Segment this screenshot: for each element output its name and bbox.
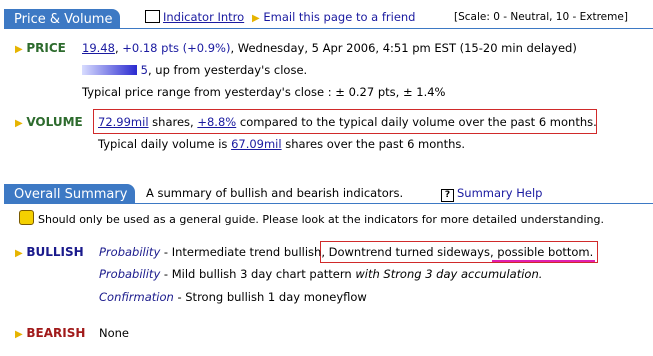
price-row: ▶ PRICE <box>15 41 66 55</box>
bullish-line-3: Confirmation - Strong bullish 1 day mone… <box>99 290 367 304</box>
arrow-icon: ▶ <box>15 44 23 55</box>
email-link[interactable]: ▶ Email this page to a friend <box>252 10 415 24</box>
price-line: 19.48, +0.18 pts (+0.9%), Wednesday, 5 A… <box>82 41 577 55</box>
volume-shares[interactable]: 72.99mil <box>98 115 149 129</box>
price-bar-row: 5, up from yesterday's close. <box>82 63 307 77</box>
section-divider <box>4 203 653 204</box>
price-value[interactable]: 19.48 <box>82 41 115 55</box>
tab-overall-summary[interactable]: Overall Summary <box>4 184 136 204</box>
price-date: , Wednesday, 5 Apr 2006, 4:51 pm EST (15… <box>230 41 577 55</box>
possible-bottom-underline <box>492 260 595 262</box>
confirmation-link[interactable]: Confirmation <box>99 290 174 304</box>
volume-row: ▶ VOLUME <box>15 115 83 129</box>
probability-link[interactable]: Probability <box>99 267 160 281</box>
bearish-row: ▶ BEARISH <box>15 326 85 340</box>
arrow-icon: ▶ <box>15 329 23 340</box>
overall-desc: A summary of bullish and bearish indicat… <box>146 186 404 200</box>
volume-typical: Typical daily volume is 67.09mil shares … <box>98 137 466 151</box>
document-icon <box>145 10 160 23</box>
price-score: 5 <box>140 63 148 77</box>
scale-label: [Scale: 0 - Neutral, 10 - Extreme] <box>454 11 628 23</box>
help-icon: ? <box>441 189 454 202</box>
price-label: PRICE <box>26 41 66 55</box>
indicator-intro-link[interactable]: Indicator Intro <box>145 10 244 24</box>
summary-help-link[interactable]: ? Summary Help <box>441 186 542 202</box>
bullish-box-text: Downtrend turned sideways, possible bott… <box>328 245 594 259</box>
typical-volume-value[interactable]: 67.09mil <box>231 137 282 151</box>
probability-link[interactable]: Probability <box>99 245 160 259</box>
bullish-line-1: Probability - Intermediate trend bullish… <box>99 245 594 259</box>
arrow-icon: ▶ <box>15 118 23 129</box>
guide-note: Should only be used as a general guide. … <box>19 210 604 226</box>
bullish-row: ▶ BULLISH <box>15 245 84 259</box>
arrow-icon: ▶ <box>252 13 260 24</box>
tab-price-volume[interactable]: Price & Volume <box>4 9 121 29</box>
section-divider <box>4 28 653 29</box>
volume-label: VOLUME <box>26 115 83 129</box>
price-range: Typical price range from yesterday's clo… <box>82 85 446 99</box>
arrow-icon: ▶ <box>15 248 23 259</box>
bearish-label: BEARISH <box>26 326 86 340</box>
price-strength-bar <box>82 65 137 75</box>
hand-icon <box>19 210 34 225</box>
volume-pct[interactable]: +8.8% <box>197 115 236 129</box>
bearish-value: None <box>99 326 130 340</box>
bullish-line-2: Probability - Mild bullish 3 day chart p… <box>99 267 543 281</box>
price-change: +0.18 pts (+0.9%) <box>122 41 231 55</box>
volume-line: 72.99mil shares, +8.8% compared to the t… <box>98 115 597 129</box>
bullish-label: BULLISH <box>26 245 84 259</box>
